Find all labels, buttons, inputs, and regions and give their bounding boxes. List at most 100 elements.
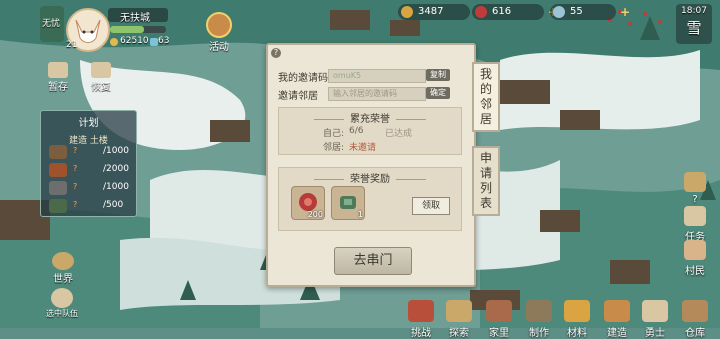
- menu-home[interactable]: 家里: [484, 300, 514, 339]
- world-label: 世界: [53, 274, 73, 285]
- neighbor-status: 未邀请: [349, 143, 377, 153]
- menu-label: 挑战: [411, 328, 431, 339]
- menu-label: 探索: [449, 328, 469, 339]
- neighbor-label: 邻居:: [323, 143, 345, 153]
- menu-materials[interactable]: 材料: [562, 300, 592, 339]
- plan-title: 计划: [78, 118, 99, 129]
- right-menu-label: 村民: [685, 266, 705, 277]
- right-menu-item-villager[interactable]: 村民: [680, 240, 710, 277]
- player-coins: 62510: [120, 36, 149, 46]
- craft-icon: [526, 300, 552, 322]
- home-icon: [486, 300, 512, 322]
- tab-my-neighbors-label: 我的邻居: [479, 67, 492, 126]
- materials-icon: [564, 300, 590, 322]
- copper-coin-icon: [401, 6, 413, 18]
- help-icon[interactable]: ?: [271, 48, 281, 58]
- meat-icon: [475, 6, 487, 18]
- tab-apply-list-label: 申请列表: [479, 151, 492, 210]
- recover-button[interactable]: 恢复: [86, 62, 116, 93]
- squad-button[interactable]: 选中队伍: [40, 288, 84, 319]
- tab-apply-list[interactable]: 申请列表: [472, 146, 500, 216]
- activity-label: 活动: [209, 42, 229, 53]
- resource-bar: 3487 616 + 55 +: [110, 0, 720, 22]
- reward-title: 荣誉奖励: [279, 170, 461, 185]
- weather-label: 雪: [686, 19, 702, 37]
- claim-button[interactable]: 领取: [412, 197, 450, 215]
- plan-row: ? /1000: [45, 143, 133, 161]
- invite-code-label: 我的邀请码: [278, 73, 328, 84]
- explore-icon: [446, 300, 472, 322]
- temp-storage-label: 暂存: [48, 82, 68, 93]
- menu-label: 仓库: [685, 328, 705, 339]
- menu-warriors[interactable]: 勇士: [640, 300, 670, 339]
- ranking-icon: [684, 172, 706, 192]
- badge-label: 无忧: [42, 19, 61, 29]
- player-gems: 63: [158, 36, 170, 46]
- honor-title: 累充荣誉: [279, 110, 461, 125]
- plan-value: /1000: [103, 146, 129, 156]
- tab-my-neighbors[interactable]: 我的邻居: [472, 62, 500, 132]
- tile-material-icon: [49, 199, 67, 213]
- menu-label: 制作: [529, 328, 549, 339]
- visit-neighbor-button[interactable]: 去串门: [334, 247, 412, 275]
- villager-icon: [684, 240, 706, 260]
- recover-icon: [91, 62, 111, 78]
- temp-storage-button[interactable]: 暂存: [44, 62, 72, 93]
- challenge-icon: [408, 300, 434, 322]
- player-badge[interactable]: 无忧: [40, 6, 64, 42]
- plan-used: ?: [73, 182, 78, 191]
- invite-neighbor-placeholder: 输入邻居的邀请码: [333, 89, 397, 98]
- invite-neighbor-label: 邀请邻居: [278, 91, 318, 102]
- world-icon: [52, 252, 74, 270]
- honor-section: 累充荣誉 自己: 6/6 已达成 邻居: 未邀请: [278, 107, 462, 155]
- menu-craft[interactable]: 制作: [524, 300, 554, 339]
- plan-value: /1000: [103, 182, 129, 192]
- menu-label: 勇士: [645, 328, 665, 339]
- world-button[interactable]: 世界: [48, 252, 78, 285]
- right-menu-item-0[interactable]: ?: [680, 172, 710, 205]
- add-silver-button[interactable]: +: [620, 4, 630, 20]
- squad-label: 选中队伍: [46, 309, 78, 318]
- silver-icon: [553, 6, 565, 18]
- menu-label: 材料: [567, 328, 587, 339]
- copy-button[interactable]: 复制: [426, 69, 450, 81]
- menu-warehouse[interactable]: 仓库: [680, 300, 710, 339]
- invite-code-value: omuK5: [333, 71, 362, 80]
- silver-resource[interactable]: 55 +: [550, 4, 630, 20]
- confirm-button[interactable]: 确定: [426, 87, 450, 99]
- plan-value: /2000: [103, 164, 129, 174]
- copper-value: 3487: [418, 6, 444, 17]
- stone-material-icon: [49, 181, 67, 195]
- squad-avatar-icon: [51, 288, 73, 308]
- menu-challenge[interactable]: 挑战: [406, 300, 436, 339]
- coin-icon: [110, 38, 118, 46]
- menu-build[interactable]: 建造: [602, 300, 632, 339]
- invite-neighbor-input[interactable]: 输入邻居的邀请码: [328, 87, 426, 101]
- plan-used: ?: [73, 164, 78, 173]
- self-progress: 6/6: [349, 126, 364, 136]
- silver-value: 55: [570, 6, 583, 17]
- plan-panel[interactable]: 计划 建造 土楼 ? /1000 ? /2000 ? /1000 ? /500: [40, 110, 137, 217]
- copper-resource[interactable]: 3487: [398, 4, 470, 20]
- brick-material-icon: [49, 163, 67, 177]
- reward-item-meat[interactable]: 200: [291, 186, 325, 220]
- neighbor-dialog: ? 我的邀请码 omuK5 复制 邀请邻居 输入邻居的邀请码 确定 累充荣誉 自…: [266, 43, 476, 287]
- weather-widget[interactable]: 18:07 雪: [676, 4, 712, 44]
- player-level: 21: [66, 40, 78, 50]
- build-icon: [604, 300, 630, 322]
- recover-label: 恢复: [91, 82, 111, 93]
- reward-count: 1: [357, 210, 363, 219]
- self-status: 已达成: [385, 129, 413, 139]
- invite-code-field: omuK5: [328, 69, 426, 83]
- reward-count: 200: [307, 210, 323, 219]
- right-menu-item-task[interactable]: 任务: [680, 206, 710, 243]
- gem-icon: [150, 38, 158, 46]
- plan-used: ?: [73, 146, 78, 155]
- self-label: 自己:: [323, 129, 345, 139]
- reward-item-jade[interactable]: 1: [331, 186, 365, 220]
- plan-row: ? /2000: [45, 161, 133, 179]
- plan-row: ? /500: [45, 197, 133, 215]
- menu-explore[interactable]: 探索: [444, 300, 474, 339]
- meat-resource[interactable]: 616 +: [472, 4, 558, 20]
- plan-used: ?: [73, 200, 78, 209]
